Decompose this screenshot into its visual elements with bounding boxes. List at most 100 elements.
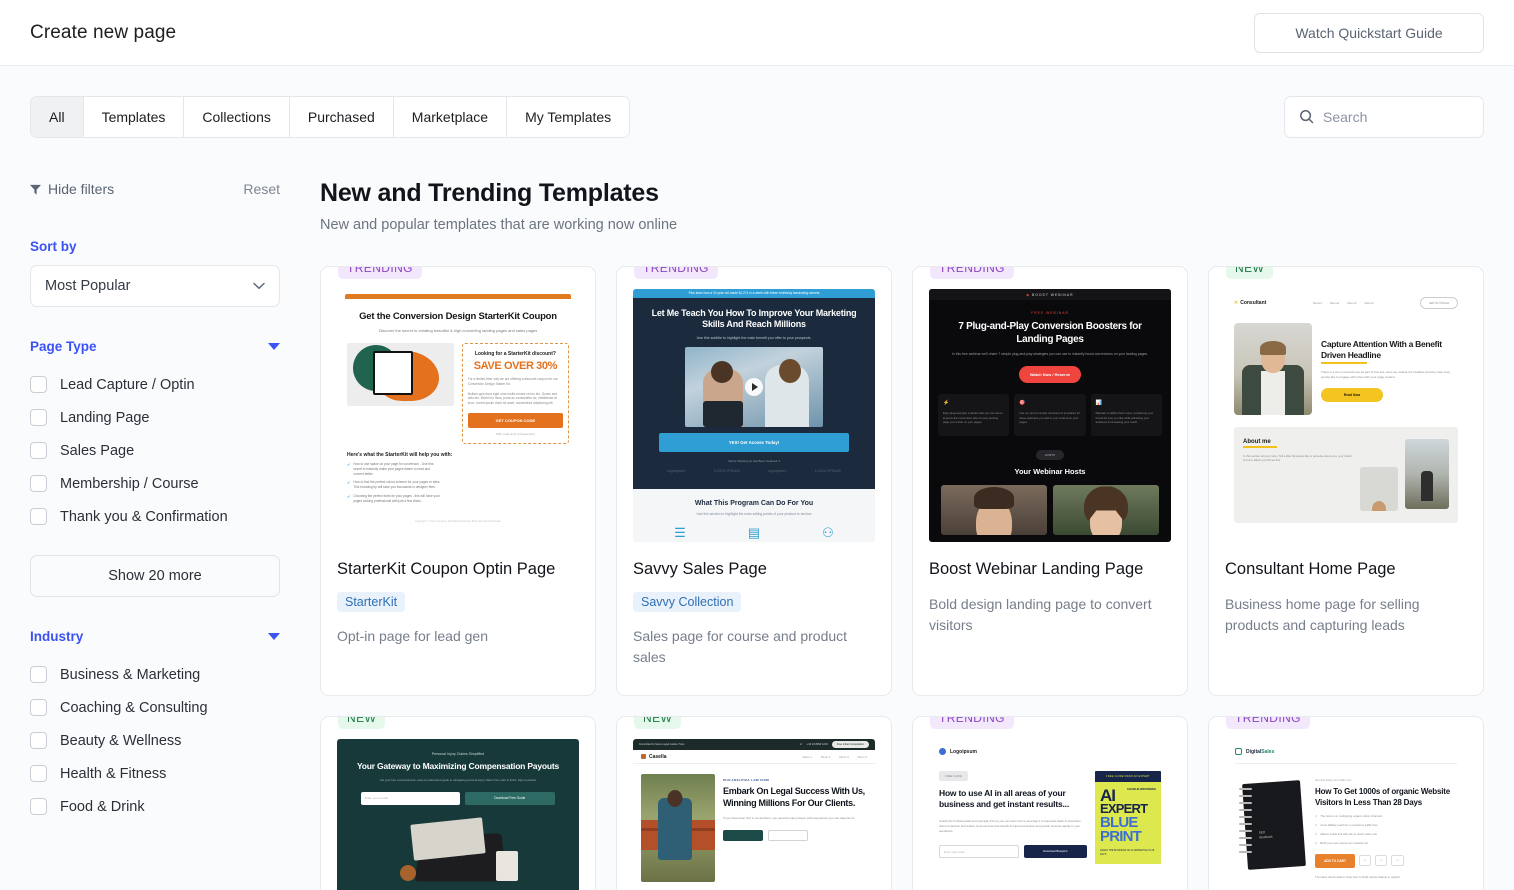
thumb-pill: FREE GUIDE — [939, 771, 969, 781]
status-badge: TRENDING — [930, 267, 1014, 279]
checkbox-box[interactable] — [30, 376, 47, 393]
hide-filters-label: Hide filters — [48, 181, 115, 197]
thumb-book-band: FREE GUIDE FROM AN EXPERT — [1095, 771, 1161, 782]
checkbox-label: Lead Capture / Optin — [60, 376, 195, 393]
thumb-coupon-body: For a limited time only we are offering … — [467, 377, 558, 386]
industry-group-header[interactable]: Industry — [30, 629, 280, 644]
thumb-eyebrow: FREE WEBINAR — [1031, 311, 1069, 315]
thumb-cta: Download Blueprint — [1023, 844, 1087, 858]
status-badge: TRENDING — [338, 267, 422, 279]
thumb-headline: 7 Plug-and-Play Conversion Boosters for … — [958, 321, 1142, 345]
status-badge: NEW — [634, 717, 682, 729]
template-card[interactable]: TRENDING DigitalSales SEO Workbook Get a… — [1208, 716, 1484, 890]
checkbox-box[interactable] — [30, 508, 47, 525]
hide-filters-button[interactable]: Hide filters — [30, 181, 114, 197]
thumb-cta: YES! Get Access Today! — [659, 432, 849, 452]
checkbox-box[interactable] — [30, 765, 47, 782]
checkbox-box[interactable] — [30, 409, 47, 426]
filters-sidebar: Hide filters Reset Sort by Most Popular … — [0, 167, 310, 890]
thumb-topstrip-text: Committed to Serve Legal Justice Trust — [639, 743, 685, 746]
thumb-eyebrow: Personal Injury Claims Simplified — [431, 752, 485, 756]
template-thumbnail: ◆ BOOST WEBINAR FREE WEBINAR 7 Plug-and-P… — [929, 289, 1171, 542]
search-input[interactable] — [1323, 108, 1469, 125]
show-20-more-button[interactable]: Show 20 more — [30, 555, 280, 597]
template-card[interactable]: TRENDING Logoipsum FREE GUIDE How to use… — [912, 716, 1188, 890]
checkbox-business-marketing[interactable]: Business & Marketing — [30, 658, 280, 691]
checkbox-lead-capture-optin[interactable]: Lead Capture / Optin — [30, 368, 280, 401]
checkbox-health-fitness[interactable]: Health & Fitness — [30, 757, 280, 790]
tab-templates[interactable]: Templates — [83, 96, 185, 137]
card-description: Bold design landing page to convert visi… — [929, 595, 1152, 633]
filters-header: Hide filters Reset — [30, 181, 280, 197]
thumb-menu-item: Menu 1 — [802, 754, 812, 759]
template-card[interactable]: NEW Personal Injury Claims Simplified Yo… — [320, 716, 596, 890]
industry-caret-down-icon[interactable] — [268, 633, 280, 640]
template-card[interactable]: TRENDING ◆ BOOST WEBINAR FREE WEBINAR 7 P… — [912, 266, 1188, 696]
thumb-product-image: SEO Workbook — [1235, 778, 1307, 874]
thumb-body: Unlock the fundamentals and potential of… — [939, 818, 1081, 834]
reset-filters-link[interactable]: Reset — [243, 181, 280, 197]
checkbox-food-drink[interactable]: Food & Drink — [30, 790, 280, 823]
thumb-topstrip-cta: Free Initial Consultation — [831, 741, 869, 748]
page-type-group-header[interactable]: Page Type — [30, 339, 280, 354]
checkbox-landing-page[interactable]: Landing Page — [30, 401, 280, 434]
body: Hide filters Reset Sort by Most Popular … — [0, 167, 1514, 890]
search-box[interactable] — [1284, 95, 1484, 138]
thumb-video — [685, 346, 823, 427]
thumb-coupon-note: Offer ends 21st of September — [495, 431, 536, 436]
checkbox-thank-you-confirmation[interactable]: Thank you & Confirmation — [30, 500, 280, 533]
payment-icon: ▭ — [1358, 855, 1372, 867]
chart-icon: ▤ — [747, 524, 761, 540]
tab-collections[interactable]: Collections — [184, 96, 290, 137]
thumb-trust-line: Clients Showing Up Has Been Featured In — [727, 458, 781, 463]
checkbox-box[interactable] — [30, 666, 47, 683]
play-icon — [745, 377, 763, 396]
checkbox-box[interactable] — [30, 475, 47, 492]
status-badge: TRENDING — [930, 717, 1014, 729]
checkbox-sales-page[interactable]: Sales Page — [30, 434, 280, 467]
template-card[interactable]: TRENDING Get the Conversion Design Start… — [320, 266, 596, 696]
watch-quickstart-guide-button[interactable]: Watch Quickstart Guide — [1254, 12, 1484, 53]
template-card[interactable]: NEW Committed to Serve Legal Justice Tru… — [616, 716, 892, 890]
template-thumbnail: Plus learn how a 34 year old made $1,274… — [633, 289, 875, 542]
template-card[interactable]: NEW ✕ Consultant Menu1 Menu2 Menu3 Menu4 … — [1208, 266, 1484, 696]
status-badge: TRENDING — [1226, 717, 1310, 729]
target-icon: 🎯 — [1019, 400, 1026, 407]
checkbox-label: Landing Page — [60, 409, 150, 426]
sort-by-label: Sort by — [30, 239, 77, 254]
check-icon: ✔ — [347, 461, 351, 467]
search-icon — [1300, 110, 1314, 124]
thumb-headline: Let Me Teach You How To Improve Your Mar… — [651, 308, 857, 330]
checkbox-box[interactable] — [30, 798, 47, 815]
page-type-caret-down-icon[interactable] — [268, 343, 280, 350]
thumb-coupon-body-2: Nullam quis risus eget urna mollis ornar… — [467, 391, 558, 406]
checkbox-box[interactable] — [30, 699, 47, 716]
status-badge: TRENDING — [634, 267, 718, 279]
top-bar: Create new page Watch Quickstart Guide — [0, 0, 1514, 66]
checkbox-membership-course[interactable]: Membership / Course — [30, 467, 280, 500]
chevron-down-icon — [253, 282, 265, 290]
template-card[interactable]: TRENDING Plus learn how a 34 year old ma… — [616, 266, 892, 696]
section-subtitle: New and popular templates that are worki… — [320, 217, 678, 233]
host-photo — [1053, 485, 1159, 536]
tab-my-templates[interactable]: My Templates — [507, 96, 630, 137]
thumb-logo: LOGO IPSUM — [714, 467, 740, 473]
checkbox-box[interactable] — [30, 442, 47, 459]
checkbox-beauty-wellness[interactable]: Beauty & Wellness — [30, 724, 280, 757]
checkbox-coaching-consulting[interactable]: Coaching & Consulting — [30, 691, 280, 724]
tab-marketplace[interactable]: Marketplace — [393, 96, 508, 137]
thumb-book-footer: LEARN THE BUSINESS OF AI MARKETING IN 28… — [1100, 849, 1155, 856]
thumb-headline: Embark On Legal Success With Us, Winning… — [723, 786, 865, 808]
checkbox-box[interactable] — [30, 732, 47, 749]
thumb-bullet: Choosing the perfect fonts for your page… — [353, 493, 440, 503]
template-thumbnail: Get the Conversion Design StarterKit Cou… — [337, 289, 579, 542]
checkbox-label: Coaching & Consulting — [60, 699, 208, 716]
tab-all[interactable]: All — [31, 96, 84, 137]
card-collection-tag: Savvy Collection — [633, 591, 742, 612]
check-icon: ✔ — [347, 493, 351, 499]
logo-icon — [1235, 748, 1242, 755]
thumb-bullet: Grow affiliate reach for a consistent tr… — [1320, 822, 1378, 827]
sort-by-select[interactable]: Most Popular — [30, 265, 280, 307]
tab-purchased[interactable]: Purchased — [289, 96, 394, 137]
thumb-cta: Watch Now / Reserve — [1019, 366, 1081, 384]
